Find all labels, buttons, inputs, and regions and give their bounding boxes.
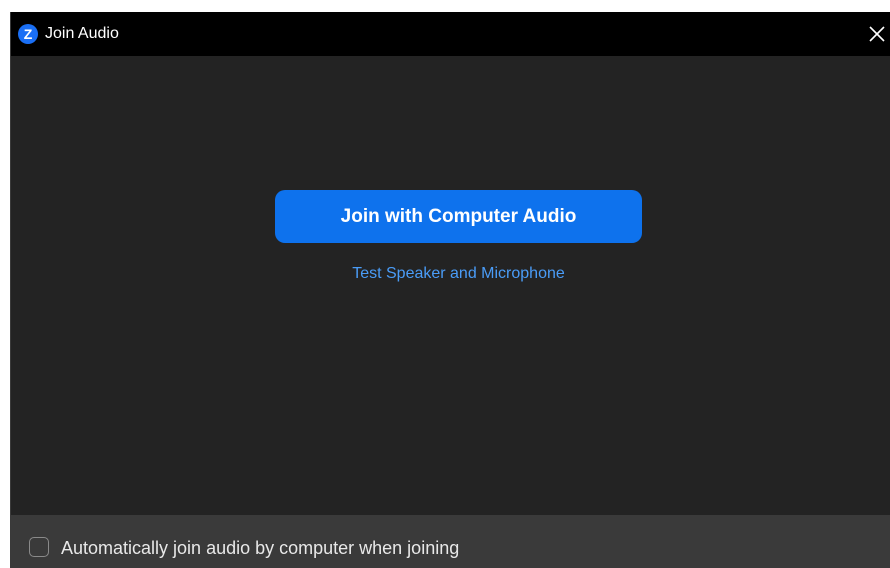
join-with-computer-audio-button[interactable]: Join with Computer Audio <box>275 190 642 243</box>
footer-bar: Automatically join audio by computer whe… <box>11 515 890 568</box>
close-icon <box>869 26 885 42</box>
auto-join-audio-label[interactable]: Automatically join audio by computer whe… <box>61 537 459 559</box>
auto-join-audio-checkbox[interactable] <box>29 537 49 557</box>
title-bar[interactable]: Z Join Audio <box>11 12 890 56</box>
window-title: Join Audio <box>45 25 119 42</box>
join-audio-window: Z Join Audio Join with Computer Audio Te… <box>10 12 890 568</box>
test-speaker-microphone-link[interactable]: Test Speaker and Microphone <box>275 264 642 284</box>
zoom-logo-letter: Z <box>24 26 33 42</box>
close-button[interactable] <box>865 22 889 46</box>
audio-options-panel: Join with Computer Audio Test Speaker an… <box>11 56 890 515</box>
zoom-logo-icon: Z <box>18 24 38 44</box>
